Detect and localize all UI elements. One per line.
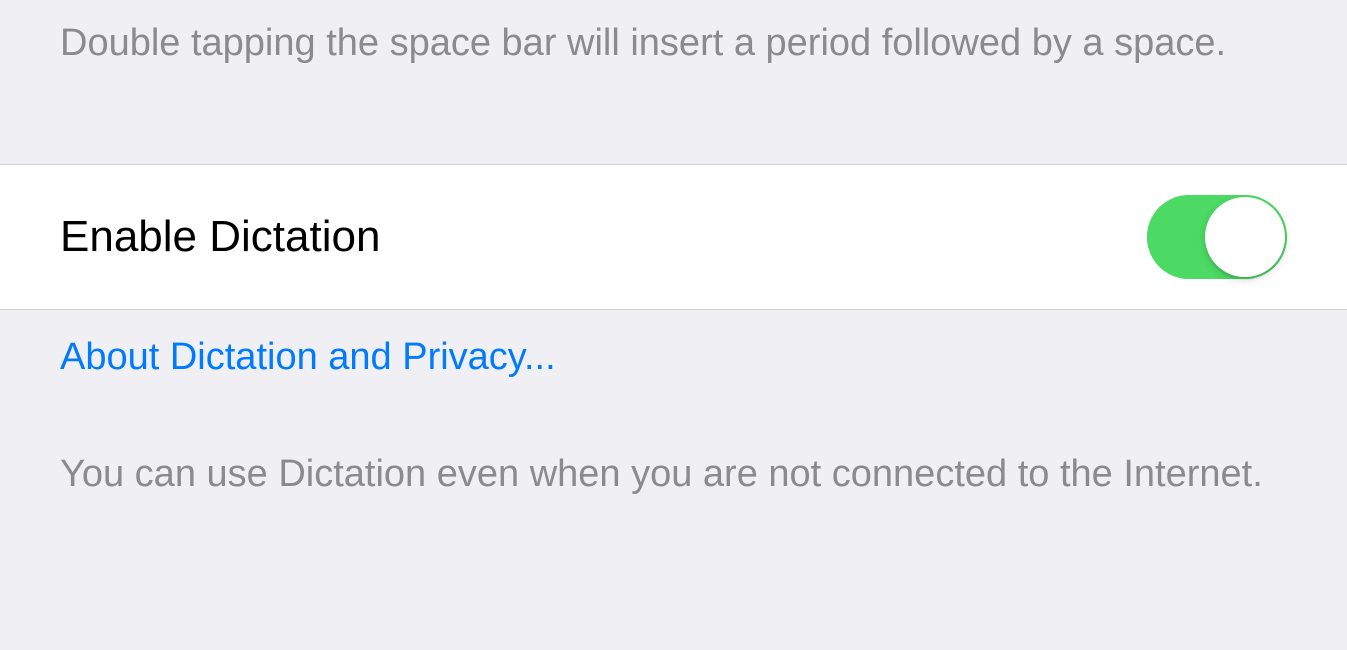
dictation-toggle[interactable] (1147, 195, 1287, 279)
toggle-knob-icon (1205, 197, 1285, 277)
dictation-setting-row: Enable Dictation (0, 164, 1347, 310)
dictation-offline-note: You can use Dictation even when you are … (0, 389, 1347, 520)
dictation-privacy-link[interactable]: About Dictation and Privacy... (0, 310, 1347, 389)
shortcut-description: Double tapping the space bar will insert… (0, 0, 1347, 99)
dictation-label: Enable Dictation (60, 212, 380, 262)
